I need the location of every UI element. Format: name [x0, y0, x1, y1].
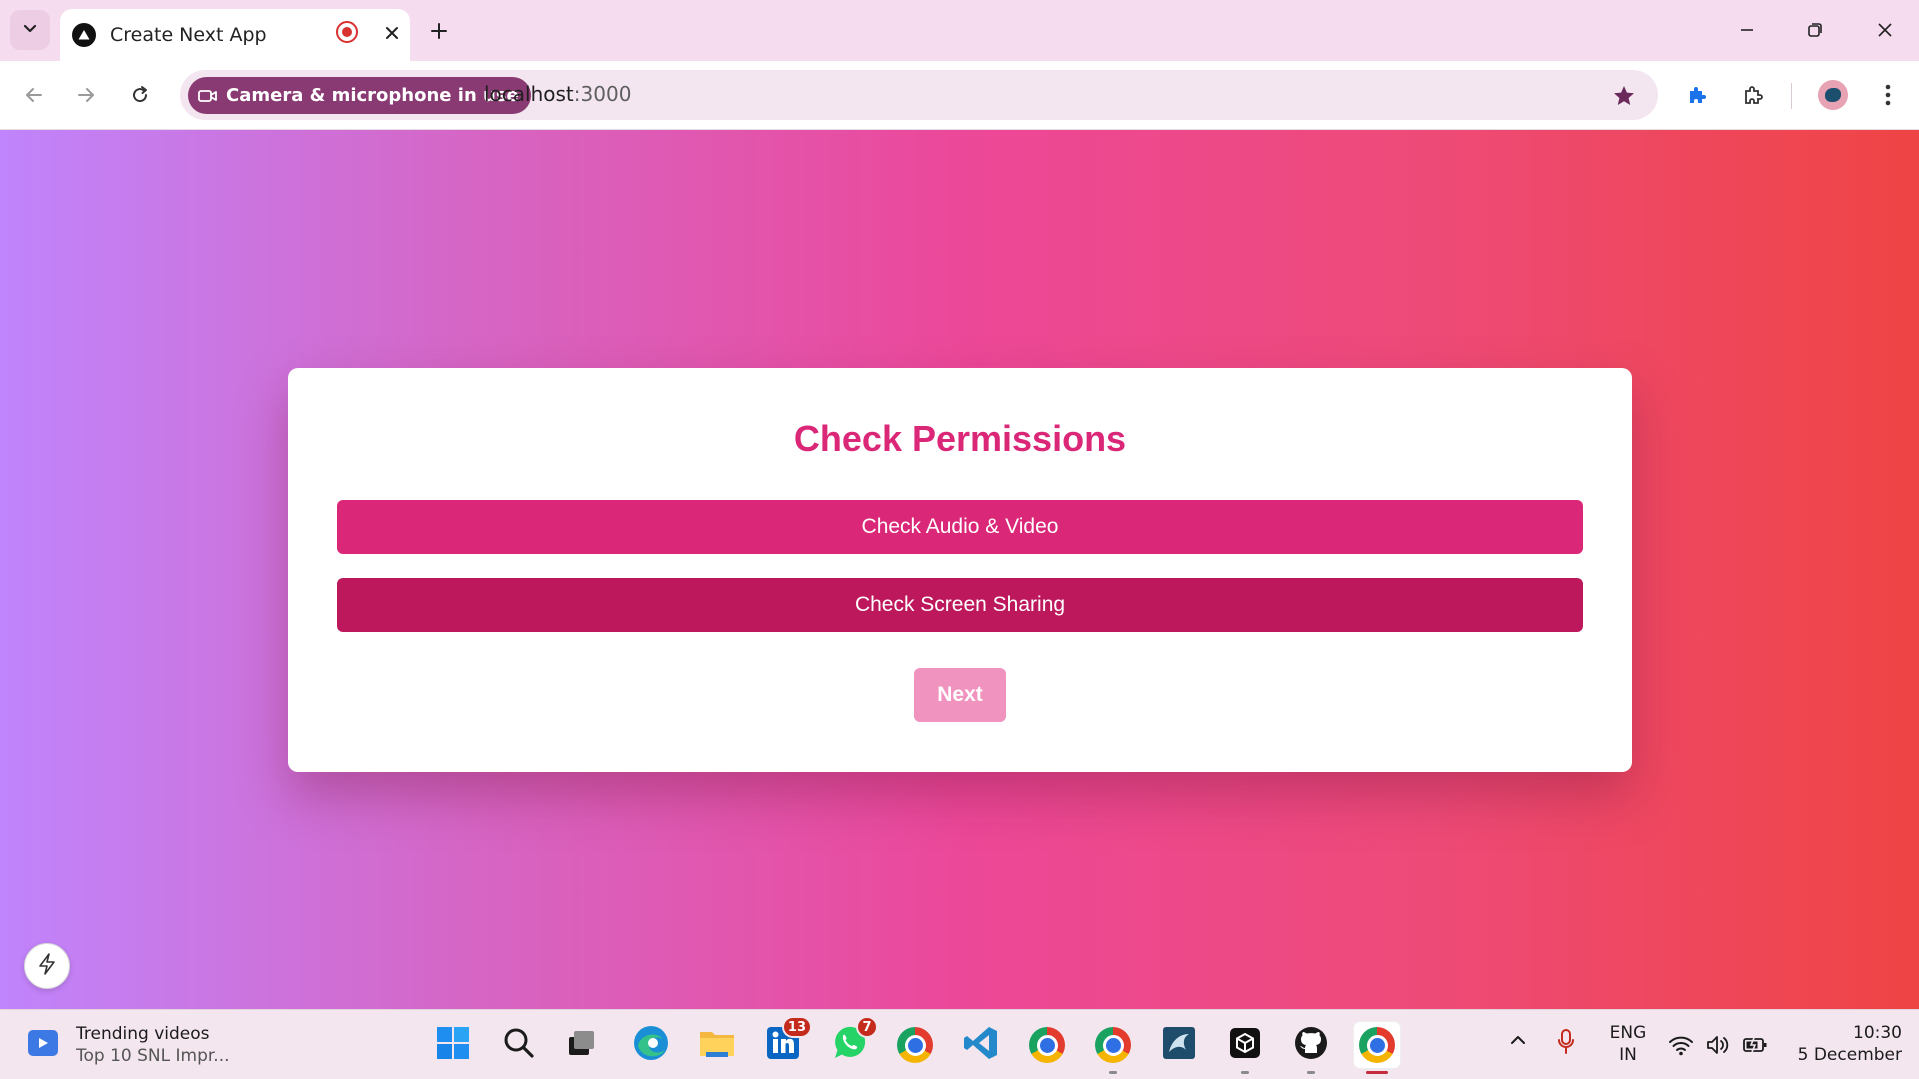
vscode-icon — [963, 1025, 999, 1066]
running-indicator — [1307, 1071, 1315, 1074]
language-code: ENG — [1609, 1023, 1647, 1043]
running-indicator — [1241, 1071, 1249, 1074]
cube-app-icon — [1229, 1027, 1261, 1064]
browser-titlebar: Create Next App — [0, 0, 1919, 61]
close-window-button[interactable] — [1860, 10, 1910, 50]
clock-date: 5 December — [1797, 1045, 1902, 1065]
taskbar-vscode[interactable] — [958, 1022, 1004, 1068]
chrome-icon — [1095, 1027, 1131, 1063]
url-host: localhost — [484, 82, 574, 106]
address-bar[interactable]: Camera & microphone in use localhost:300… — [180, 70, 1658, 120]
github-icon — [1293, 1025, 1329, 1066]
news-widget[interactable]: Trending videos Top 10 SNL Impr... — [28, 1024, 230, 1066]
taskbar-cursor-app[interactable] — [1222, 1022, 1268, 1074]
url-text[interactable]: localhost:3000 — [484, 82, 631, 106]
next-button[interactable]: Next — [914, 668, 1006, 722]
extensions-menu-icon[interactable] — [1734, 75, 1774, 115]
windows-taskbar: Trending videos Top 10 SNL Impr... 13 7 … — [0, 1009, 1919, 1079]
running-indicator — [1109, 1071, 1117, 1074]
url-port: :3000 — [573, 82, 632, 106]
taskbar-chrome-profile-3[interactable] — [1090, 1022, 1136, 1074]
show-hidden-icons-chevron-up-icon[interactable] — [1508, 1030, 1528, 1050]
taskbar-whatsapp[interactable]: 7 — [826, 1016, 878, 1068]
task-view-button[interactable] — [558, 1022, 604, 1068]
taskbar-github[interactable] — [1288, 1022, 1334, 1074]
browser-toolbar: Camera & microphone in use localhost:300… — [0, 61, 1919, 130]
widget-subtitle: Top 10 SNL Impr... — [76, 1046, 230, 1066]
extension-puzzle-icon[interactable] — [1678, 75, 1718, 115]
back-button[interactable] — [14, 75, 54, 115]
permission-chip-label: Camera & microphone in use — [226, 85, 519, 106]
forward-button[interactable] — [66, 75, 106, 115]
chrome-icon — [897, 1027, 933, 1063]
recording-indicator-icon — [336, 21, 358, 43]
windows-logo-icon — [436, 1026, 470, 1065]
nextjs-favicon-icon — [72, 23, 96, 47]
taskbar-edge[interactable] — [628, 1022, 674, 1068]
permissions-card: Check Permissions Check Audio & Video Ch… — [288, 368, 1632, 772]
search-icon — [503, 1027, 535, 1064]
toolbar-divider — [1791, 83, 1792, 109]
microphone-in-use-icon[interactable] — [1556, 1028, 1576, 1056]
new-tab-button[interactable] — [422, 14, 456, 48]
folder-icon — [698, 1026, 736, 1065]
profile-avatar[interactable] — [1818, 80, 1848, 110]
tab-title: Create Next App — [110, 24, 267, 46]
task-view-icon — [565, 1027, 597, 1064]
active-window-indicator — [1366, 1071, 1388, 1074]
page-viewport: Check Permissions Check Audio & Video Ch… — [0, 130, 1919, 1009]
whatsapp-notification-badge: 7 — [856, 1016, 878, 1038]
tab-close-icon[interactable] — [378, 19, 406, 47]
linkedin-notification-badge: 13 — [781, 1016, 812, 1038]
taskbar-mysql-workbench[interactable] — [1156, 1022, 1202, 1068]
taskbar-chrome-profile-1[interactable] — [892, 1022, 938, 1068]
chrome-icon — [1029, 1027, 1065, 1063]
input-language-indicator[interactable]: ENG IN — [1606, 1022, 1650, 1066]
more-menu-icon[interactable] — [1868, 75, 1908, 115]
lightning-bolt-icon — [37, 952, 57, 980]
widget-title: Trending videos — [76, 1024, 210, 1044]
chevron-down-icon — [22, 20, 38, 41]
camera-microphone-in-use-chip[interactable]: Camera & microphone in use — [188, 77, 531, 114]
minimize-button[interactable] — [1722, 10, 1772, 50]
taskbar-file-explorer[interactable] — [694, 1022, 740, 1068]
language-region: IN — [1619, 1045, 1637, 1065]
system-clock[interactable]: 10:30 5 December — [1782, 1022, 1902, 1066]
check-screen-sharing-button[interactable]: Check Screen Sharing — [337, 578, 1583, 632]
taskbar-search-button[interactable] — [496, 1022, 542, 1068]
restore-button[interactable] — [1790, 10, 1840, 50]
reload-button[interactable] — [120, 75, 160, 115]
database-dolphin-icon — [1162, 1026, 1196, 1065]
edge-browser-icon — [632, 1024, 670, 1067]
start-button[interactable] — [430, 1022, 476, 1068]
battery-charging-icon[interactable] — [1742, 1035, 1768, 1055]
chrome-icon — [1359, 1027, 1395, 1063]
taskbar-linkedin[interactable]: 13 — [760, 1016, 812, 1068]
taskbar-chrome-profile-2[interactable] — [1024, 1022, 1070, 1068]
page-title: Check Permissions — [793, 418, 1127, 459]
check-audio-video-button[interactable]: Check Audio & Video — [337, 500, 1583, 554]
wifi-icon[interactable] — [1668, 1034, 1694, 1056]
video-play-icon — [28, 1030, 58, 1056]
browser-tab-active[interactable]: Create Next App — [60, 9, 410, 61]
taskbar-chrome-active[interactable] — [1354, 1022, 1400, 1074]
tab-search-button[interactable] — [10, 10, 50, 50]
volume-icon[interactable] — [1706, 1034, 1730, 1056]
camera-icon — [198, 88, 218, 104]
bookmark-star-icon[interactable] — [1610, 82, 1638, 110]
clock-time: 10:30 — [1853, 1023, 1902, 1043]
nextjs-dev-indicator[interactable] — [24, 943, 70, 989]
